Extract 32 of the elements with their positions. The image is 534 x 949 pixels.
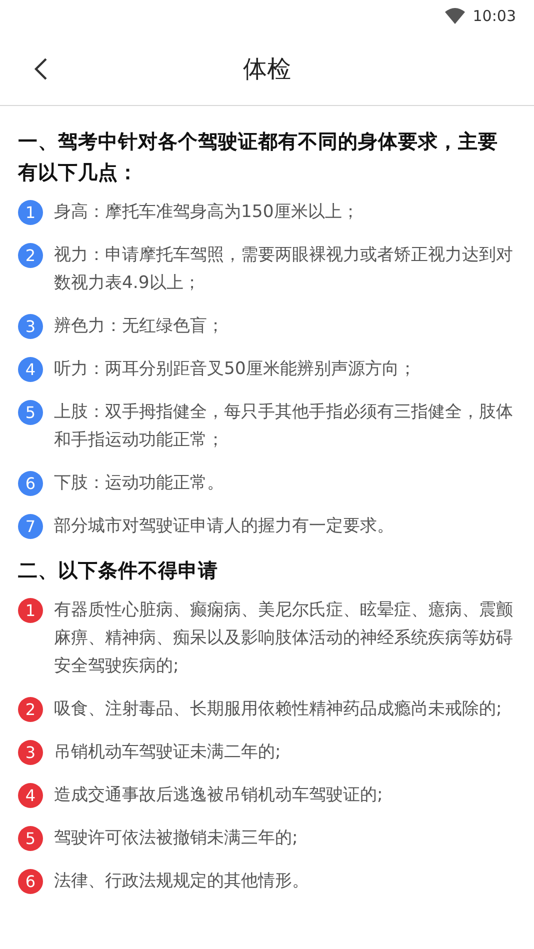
wifi-icon — [444, 8, 465, 24]
number-badge: 5 — [18, 826, 43, 851]
item-text: 下肢：运动功能正常。 — [54, 472, 224, 495]
item-text: 吸食、注射毒品、长期服用依赖性精神药品成瘾尚未戒除的; — [54, 698, 502, 721]
section-heading: 二、以下条件不得申请 — [18, 558, 219, 584]
number-badge: 4 — [18, 357, 43, 382]
number-badge: 1 — [18, 200, 43, 225]
item-text: 听力：两耳分别距音叉50厘米能辨别声源方向； — [54, 358, 416, 381]
item-text: 驾驶许可依法被撤销未满三年的; — [54, 827, 298, 850]
item-text: 辨色力：无红绿色盲； — [54, 315, 224, 338]
number-badge: 6 — [18, 471, 43, 496]
item-text: 有器质性心脏病、癫痫病、美尼尔氏症、眩晕症、癔病、震颤麻痹、精神病、痴呆以及影响肢体活动的神经系统疾病等妨碍安全驾驶疾病的; — [54, 599, 514, 678]
section-heading: 一、驾考中针对各个驾驶证都有不同的身体要求，主要有以下几点： — [18, 129, 499, 186]
item-text: 身高：摩托车准驾身高为150厘米以上； — [54, 201, 359, 224]
number-badge: 1 — [18, 598, 43, 623]
number-badge: 3 — [18, 740, 43, 765]
item-text: 法律、行政法规规定的其他情形。 — [54, 870, 309, 893]
number-badge: 6 — [18, 869, 43, 894]
number-badge: 5 — [18, 400, 43, 425]
item-text: 吊销机动车驾驶证未满二年的; — [54, 741, 281, 764]
number-badge: 2 — [18, 697, 43, 722]
back-icon — [34, 57, 48, 81]
number-badge: 7 — [18, 514, 43, 539]
item-text: 上肢：双手拇指健全，每只手其他手指必须有三指健全，肢体和手指运动功能正常； — [54, 401, 514, 452]
status-time: 10:03 — [472, 6, 516, 27]
item-text: 部分城市对驾驶证申请人的握力有一定要求。 — [54, 515, 394, 538]
page-title: 体检 — [243, 54, 291, 84]
number-badge: 2 — [18, 243, 43, 268]
number-badge: 3 — [18, 314, 43, 339]
number-badge: 4 — [18, 783, 43, 808]
item-text: 视力：申请摩托车驾照，需要两眼裸视力或者矫正视力达到对数视力表4.9以上； — [54, 244, 514, 295]
item-text: 造成交通事故后逃逸被吊销机动车驾驶证的; — [54, 784, 383, 807]
